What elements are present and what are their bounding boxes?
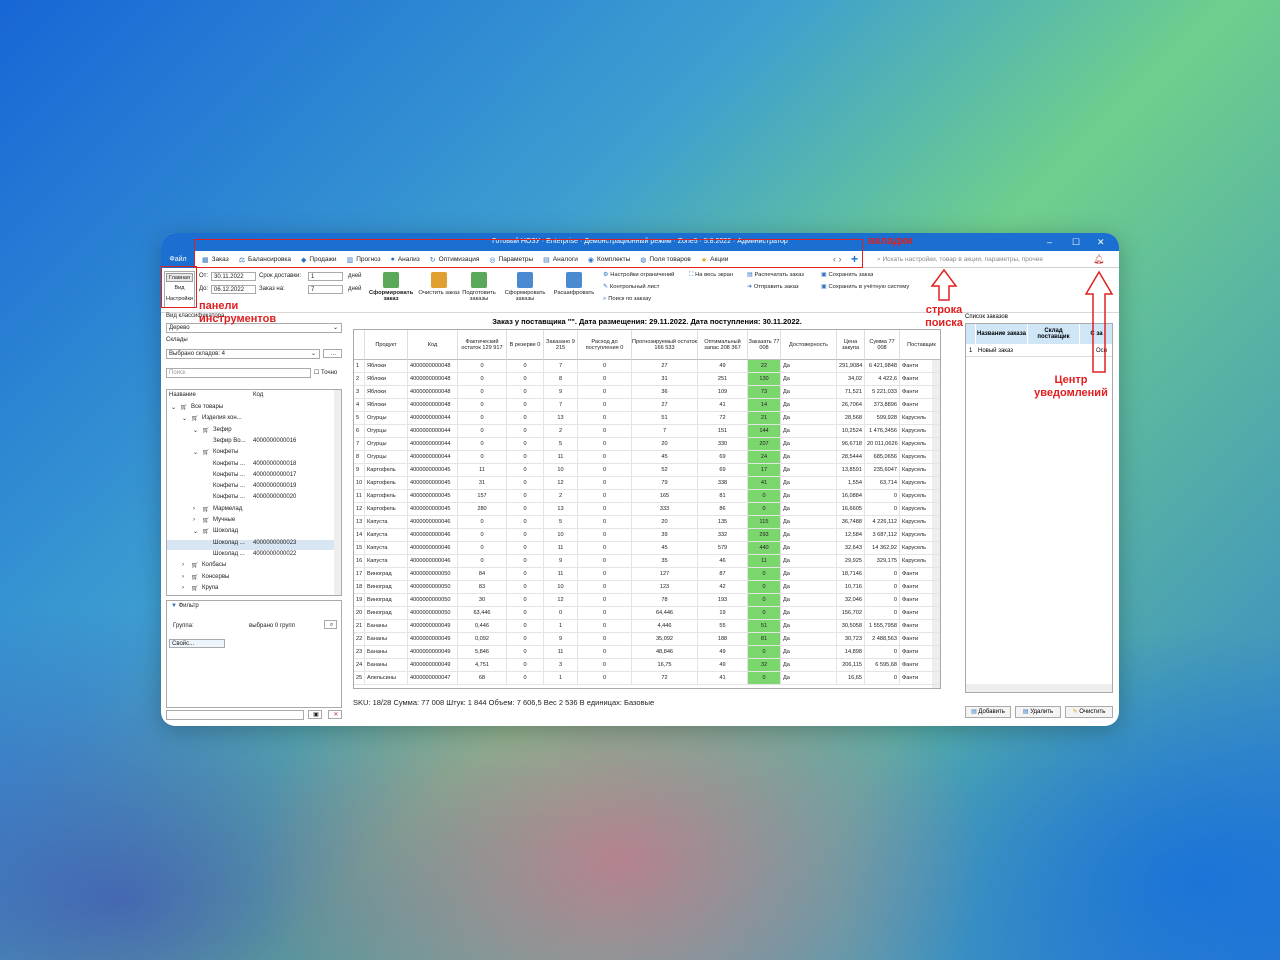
notifications-arrow [1084,270,1114,373]
search-arrow [930,268,958,301]
annotation-arrows [930,268,1114,373]
